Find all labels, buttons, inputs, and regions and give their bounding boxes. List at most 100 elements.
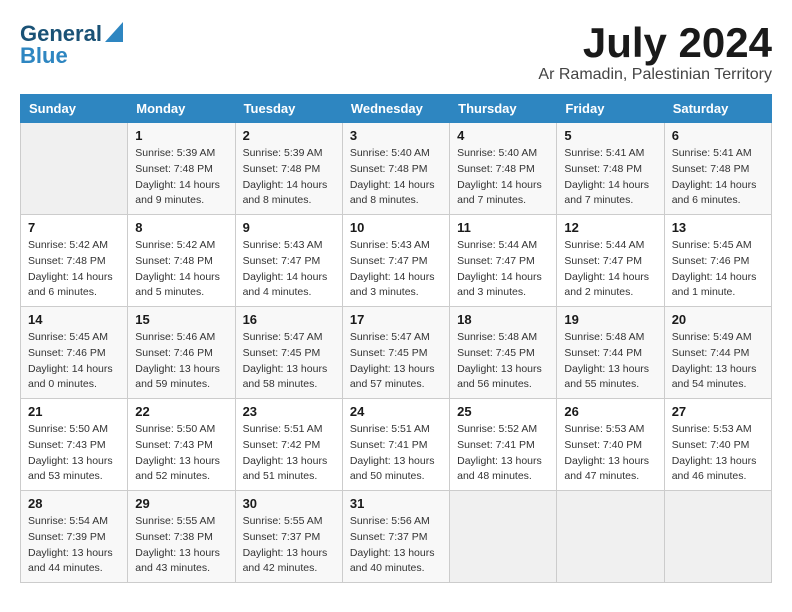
calendar-cell: 24 Sunrise: 5:51 AMSunset: 7:41 PMDayligh… [342,399,449,491]
calendar-cell: 8 Sunrise: 5:42 AMSunset: 7:48 PMDaylight… [128,215,235,307]
location-text: Ar Ramadin, Palestinian Territory [538,66,772,84]
day-info: Sunrise: 5:50 AMSunset: 7:43 PMDaylight:… [135,422,227,485]
day-number: 2 [243,128,335,143]
calendar-cell: 22 Sunrise: 5:50 AMSunset: 7:43 PMDayligh… [128,399,235,491]
calendar-cell: 14 Sunrise: 5:45 AMSunset: 7:46 PMDayligh… [21,307,128,399]
day-number: 18 [457,312,549,327]
day-info: Sunrise: 5:54 AMSunset: 7:39 PMDaylight:… [28,514,120,577]
day-number: 14 [28,312,120,327]
day-info: Sunrise: 5:44 AMSunset: 7:47 PMDaylight:… [457,238,549,301]
day-number: 5 [564,128,656,143]
calendar-cell: 23 Sunrise: 5:51 AMSunset: 7:42 PMDayligh… [235,399,342,491]
day-info: Sunrise: 5:43 AMSunset: 7:47 PMDaylight:… [243,238,335,301]
calendar-cell: 18Sunrise: 5:48 AMSunset: 7:45 PMDayligh… [450,307,557,399]
calendar-cell: 21Sunrise: 5:50 AMSunset: 7:43 PMDayligh… [21,399,128,491]
day-info: Sunrise: 5:49 AMSunset: 7:44 PMDaylight:… [672,330,764,393]
title-block: July 2024 Ar Ramadin, Palestinian Territ… [538,20,772,84]
day-info: Sunrise: 5:40 AMSunset: 7:48 PMDaylight:… [350,146,442,209]
day-info: Sunrise: 5:44 AMSunset: 7:47 PMDaylight:… [564,238,656,301]
calendar-cell: 6 Sunrise: 5:41 AMSunset: 7:48 PMDaylight… [664,123,771,215]
day-number: 6 [672,128,764,143]
calendar-cell: 25Sunrise: 5:52 AMSunset: 7:41 PMDayligh… [450,399,557,491]
day-info: Sunrise: 5:51 AMSunset: 7:41 PMDaylight:… [350,422,442,485]
day-number: 7 [28,220,120,235]
weekday-header-sunday: Sunday [21,95,128,123]
calendar-body: 1 Sunrise: 5:39 AMSunset: 7:48 PMDaylight… [21,123,772,583]
weekday-header-wednesday: Wednesday [342,95,449,123]
day-number: 1 [135,128,227,143]
day-info: Sunrise: 5:40 AMSunset: 7:48 PMDaylight:… [457,146,549,209]
calendar-cell [557,491,664,583]
day-number: 17 [350,312,442,327]
weekday-header-thursday: Thursday [450,95,557,123]
calendar-cell [450,491,557,583]
calendar-cell: 19Sunrise: 5:48 AMSunset: 7:44 PMDayligh… [557,307,664,399]
day-number: 26 [564,404,656,419]
month-title: July 2024 [538,20,772,66]
day-number: 10 [350,220,442,235]
day-info: Sunrise: 5:41 AMSunset: 7:48 PMDaylight:… [564,146,656,209]
calendar-cell: 29Sunrise: 5:55 AMSunset: 7:38 PMDayligh… [128,491,235,583]
calendar-cell [664,491,771,583]
calendar-cell: 26 Sunrise: 5:53 AMSunset: 7:40 PMDayligh… [557,399,664,491]
day-number: 20 [672,312,764,327]
day-number: 11 [457,220,549,235]
day-number: 23 [243,404,335,419]
page-header: General Blue July 2024 Ar Ramadin, Pales… [20,20,772,84]
day-number: 9 [243,220,335,235]
day-number: 16 [243,312,335,327]
day-info: Sunrise: 5:42 AMSunset: 7:48 PMDaylight:… [135,238,227,301]
weekday-header-tuesday: Tuesday [235,95,342,123]
day-number: 3 [350,128,442,143]
logo-icon [105,22,123,47]
logo-blue-text: Blue [20,43,68,69]
logo: General Blue [20,20,123,69]
calendar-cell: 27 Sunrise: 5:53 AMSunset: 7:40 PMDayligh… [664,399,771,491]
calendar-cell: 1 Sunrise: 5:39 AMSunset: 7:48 PMDaylight… [128,123,235,215]
day-info: Sunrise: 5:50 AMSunset: 7:43 PMDaylight:… [28,422,120,485]
day-info: Sunrise: 5:46 AMSunset: 7:46 PMDaylight:… [135,330,227,393]
calendar-week-3: 14 Sunrise: 5:45 AMSunset: 7:46 PMDayligh… [21,307,772,399]
calendar-cell: 17Sunrise: 5:47 AMSunset: 7:45 PMDayligh… [342,307,449,399]
calendar-week-5: 28 Sunrise: 5:54 AMSunset: 7:39 PMDayligh… [21,491,772,583]
calendar-cell: 7 Sunrise: 5:42 AMSunset: 7:48 PMDaylight… [21,215,128,307]
calendar-week-4: 21Sunrise: 5:50 AMSunset: 7:43 PMDayligh… [21,399,772,491]
calendar-cell: 10 Sunrise: 5:43 AMSunset: 7:47 PMDayligh… [342,215,449,307]
day-number: 31 [350,496,442,511]
day-info: Sunrise: 5:55 AMSunset: 7:37 PMDaylight:… [243,514,335,577]
calendar-cell: 11 Sunrise: 5:44 AMSunset: 7:47 PMDayligh… [450,215,557,307]
day-number: 12 [564,220,656,235]
calendar-cell: 2Sunrise: 5:39 AMSunset: 7:48 PMDaylight… [235,123,342,215]
day-number: 13 [672,220,764,235]
day-info: Sunrise: 5:53 AMSunset: 7:40 PMDaylight:… [672,422,764,485]
weekday-header-saturday: Saturday [664,95,771,123]
day-info: Sunrise: 5:45 AMSunset: 7:46 PMDaylight:… [28,330,120,393]
day-info: Sunrise: 5:41 AMSunset: 7:48 PMDaylight:… [672,146,764,209]
calendar-cell [21,123,128,215]
calendar-cell: 31 Sunrise: 5:56 AMSunset: 7:37 PMDayligh… [342,491,449,583]
calendar-week-1: 1 Sunrise: 5:39 AMSunset: 7:48 PMDaylight… [21,123,772,215]
day-number: 29 [135,496,227,511]
day-info: Sunrise: 5:42 AMSunset: 7:48 PMDaylight:… [28,238,120,301]
day-number: 22 [135,404,227,419]
day-info: Sunrise: 5:47 AMSunset: 7:45 PMDaylight:… [243,330,335,393]
day-info: Sunrise: 5:52 AMSunset: 7:41 PMDaylight:… [457,422,549,485]
day-info: Sunrise: 5:53 AMSunset: 7:40 PMDaylight:… [564,422,656,485]
day-number: 4 [457,128,549,143]
day-number: 27 [672,404,764,419]
day-info: Sunrise: 5:45 AMSunset: 7:46 PMDaylight:… [672,238,764,301]
day-number: 24 [350,404,442,419]
day-info: Sunrise: 5:56 AMSunset: 7:37 PMDaylight:… [350,514,442,577]
calendar-cell: 15 Sunrise: 5:46 AMSunset: 7:46 PMDayligh… [128,307,235,399]
weekday-header-monday: Monday [128,95,235,123]
calendar-cell: 20 Sunrise: 5:49 AMSunset: 7:44 PMDayligh… [664,307,771,399]
day-info: Sunrise: 5:39 AMSunset: 7:48 PMDaylight:… [135,146,227,209]
day-info: Sunrise: 5:48 AMSunset: 7:44 PMDaylight:… [564,330,656,393]
day-info: Sunrise: 5:43 AMSunset: 7:47 PMDaylight:… [350,238,442,301]
calendar-header-row: SundayMondayTuesdayWednesdayThursdayFrid… [21,95,772,123]
day-number: 15 [135,312,227,327]
day-number: 28 [28,496,120,511]
day-number: 8 [135,220,227,235]
calendar-week-2: 7 Sunrise: 5:42 AMSunset: 7:48 PMDaylight… [21,215,772,307]
day-info: Sunrise: 5:51 AMSunset: 7:42 PMDaylight:… [243,422,335,485]
